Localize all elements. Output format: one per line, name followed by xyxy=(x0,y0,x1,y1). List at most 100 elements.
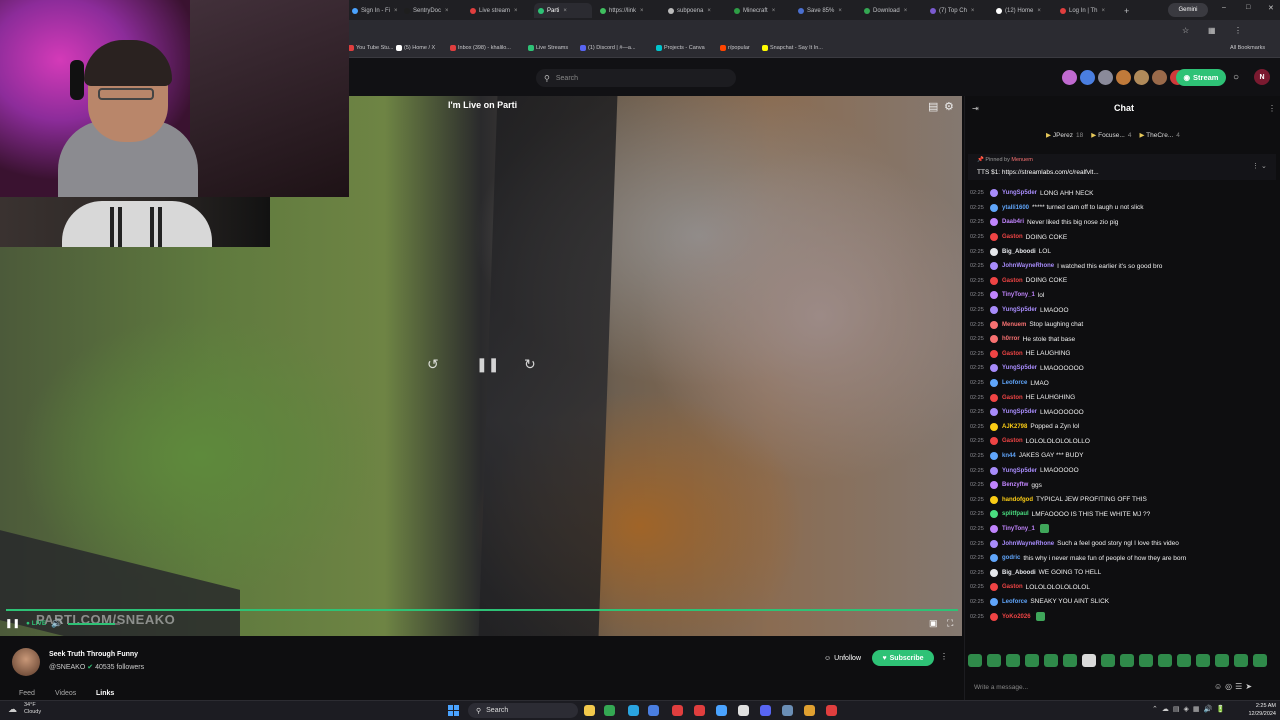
emote-icon[interactable] xyxy=(1101,654,1115,667)
tab-close-icon[interactable]: × xyxy=(394,8,398,14)
user-avatar-icon[interactable] xyxy=(990,262,998,271)
collapse-chat-icon[interactable]: ⇥ xyxy=(972,104,979,113)
tab-videos[interactable]: Videos xyxy=(55,690,76,697)
emote-icon[interactable] xyxy=(1139,654,1153,667)
star-icon[interactable]: ☆ xyxy=(1182,26,1189,35)
message-username[interactable]: YungSp5der xyxy=(1002,365,1037,371)
user-avatar-icon[interactable] xyxy=(990,583,998,592)
emote-icon[interactable] xyxy=(968,654,982,667)
supporter-item[interactable]: ▶ JPerez 18 xyxy=(1046,132,1083,139)
browser-tab[interactable]: Download × xyxy=(864,3,920,18)
tab-close-icon[interactable]: × xyxy=(640,8,644,14)
emote-icon[interactable] xyxy=(1253,654,1267,667)
user-avatar-icon[interactable] xyxy=(990,364,998,373)
tab-close-icon[interactable]: × xyxy=(772,8,776,14)
system-tray[interactable]: ⌃☁▤◈▦🔊🔋 xyxy=(1152,705,1229,713)
bookmark-item[interactable]: Live Streams xyxy=(528,45,568,51)
chat-settings-icon[interactable]: ⋮ xyxy=(1268,104,1276,113)
tab-close-icon[interactable]: × xyxy=(445,8,449,14)
emote-icon[interactable] xyxy=(1025,654,1039,667)
user-avatar-icon[interactable] xyxy=(990,306,998,315)
gift-icon[interactable]: ☰ xyxy=(1235,682,1245,691)
user-avatar-icon[interactable] xyxy=(990,437,998,446)
obs-icon[interactable] xyxy=(694,705,705,716)
pip-icon[interactable]: ▣ xyxy=(929,618,938,629)
minimize-icon[interactable]: – xyxy=(1222,4,1226,11)
subscribe-button[interactable]: ♥ Subscribe xyxy=(872,650,934,666)
emoji-icon[interactable]: ☺ xyxy=(1214,682,1225,691)
extensions-icon[interactable]: ▦ xyxy=(1208,26,1216,35)
user-avatar-icon[interactable] xyxy=(990,481,998,490)
menu-icon[interactable]: ⋮ xyxy=(1234,26,1242,35)
user-avatar-icon[interactable] xyxy=(990,524,998,533)
weather-icon[interactable]: ☁ xyxy=(8,704,17,715)
close-icon[interactable]: ✕ xyxy=(1268,4,1274,12)
emote-icon[interactable] xyxy=(1177,654,1191,667)
message-username[interactable]: Menuem xyxy=(1002,322,1026,328)
supporter-item[interactable]: ▶ TheCre... 4 xyxy=(1139,132,1179,139)
message-username[interactable]: Gaston xyxy=(1002,234,1023,240)
emote-icon[interactable] xyxy=(1044,654,1058,667)
capcut-icon[interactable] xyxy=(738,705,749,716)
live-channel-avatar[interactable] xyxy=(1062,70,1077,85)
user-avatar-icon[interactable] xyxy=(990,408,998,417)
message-username[interactable]: kn44 xyxy=(1002,453,1016,459)
app-icon[interactable] xyxy=(716,705,727,716)
channel-avatar[interactable] xyxy=(12,648,40,676)
tab-close-icon[interactable]: × xyxy=(904,8,908,14)
message-username[interactable]: Gaston xyxy=(1002,584,1023,590)
bookmark-item[interactable]: r/popular xyxy=(720,45,750,51)
live-channel-avatar[interactable] xyxy=(1134,70,1149,85)
volume-slider[interactable] xyxy=(68,623,120,625)
user-avatar-icon[interactable] xyxy=(990,597,998,606)
tab-close-icon[interactable]: × xyxy=(1101,8,1105,14)
message-username[interactable]: Gaston xyxy=(1002,278,1023,284)
user-avatar-icon[interactable] xyxy=(990,335,998,344)
forward-icon[interactable]: ↻ xyxy=(524,356,536,373)
message-username[interactable]: Gaston xyxy=(1002,395,1023,401)
browser-tab[interactable]: (12) Home × xyxy=(996,3,1052,18)
browser-tab[interactable]: Minecraft × xyxy=(734,3,790,18)
user-avatar-icon[interactable] xyxy=(990,276,998,285)
message-username[interactable]: YungSp5der xyxy=(1002,468,1037,474)
browser-tab[interactable]: subpoena × xyxy=(668,3,724,18)
tab-close-icon[interactable]: × xyxy=(707,8,711,14)
user-avatar-icon[interactable] xyxy=(990,218,998,227)
user-avatar-icon[interactable] xyxy=(990,451,998,460)
taskbar-clock[interactable]: 2:25 AM 12/29/2024 xyxy=(1228,702,1276,718)
user-avatar-icon[interactable] xyxy=(990,539,998,548)
user-avatar-icon[interactable] xyxy=(990,466,998,475)
store-icon[interactable] xyxy=(648,705,659,716)
user-avatar-icon[interactable] xyxy=(990,320,998,329)
live-channel-avatar[interactable] xyxy=(1098,70,1113,85)
emote-icon[interactable] xyxy=(1196,654,1210,667)
user-avatar-icon[interactable] xyxy=(990,291,998,300)
unfollow-button[interactable]: ☺ Unfollow xyxy=(818,650,867,666)
user-avatar-icon[interactable] xyxy=(990,612,998,621)
chrome-profile-icon[interactable] xyxy=(804,705,815,716)
discord-icon[interactable] xyxy=(760,705,771,716)
gif-icon[interactable]: ◎ xyxy=(1225,682,1235,691)
bookmark-item[interactable]: Projects - Canva xyxy=(656,45,705,51)
pinned-options-icon[interactable]: ⋮ ⌄ xyxy=(1252,162,1267,170)
tab-feed[interactable]: Feed xyxy=(19,690,35,697)
message-username[interactable]: Daab4ri xyxy=(1002,219,1024,225)
message-username[interactable]: TinyTony_1 xyxy=(1002,526,1035,532)
channel-handle[interactable]: @SNEAKO xyxy=(49,664,85,671)
message-username[interactable]: YungSp5der xyxy=(1002,409,1037,415)
edge-icon[interactable] xyxy=(628,705,639,716)
taskbar-search[interactable]: ⚲ Search xyxy=(468,703,578,718)
messages-icon[interactable]: ○ xyxy=(1233,72,1239,83)
browser-tab[interactable]: Log In | Th × xyxy=(1060,3,1116,18)
settings-icon[interactable]: ⚙ xyxy=(944,100,954,113)
weather-widget[interactable]: 34°F Cloudy xyxy=(24,702,41,716)
message-username[interactable]: godric xyxy=(1002,555,1020,561)
message-username[interactable]: h0rror xyxy=(1002,336,1020,342)
windows-start-icon[interactable] xyxy=(448,705,459,716)
message-username[interactable]: AJK2798 xyxy=(1002,424,1027,430)
emote-icon[interactable] xyxy=(987,654,1001,667)
browser-tab[interactable]: Parti × xyxy=(534,3,592,18)
bookmark-item[interactable]: Inbox (398) - khalilo... xyxy=(450,45,511,51)
chrome-icon[interactable] xyxy=(604,705,615,716)
user-avatar-icon[interactable] xyxy=(990,568,998,577)
